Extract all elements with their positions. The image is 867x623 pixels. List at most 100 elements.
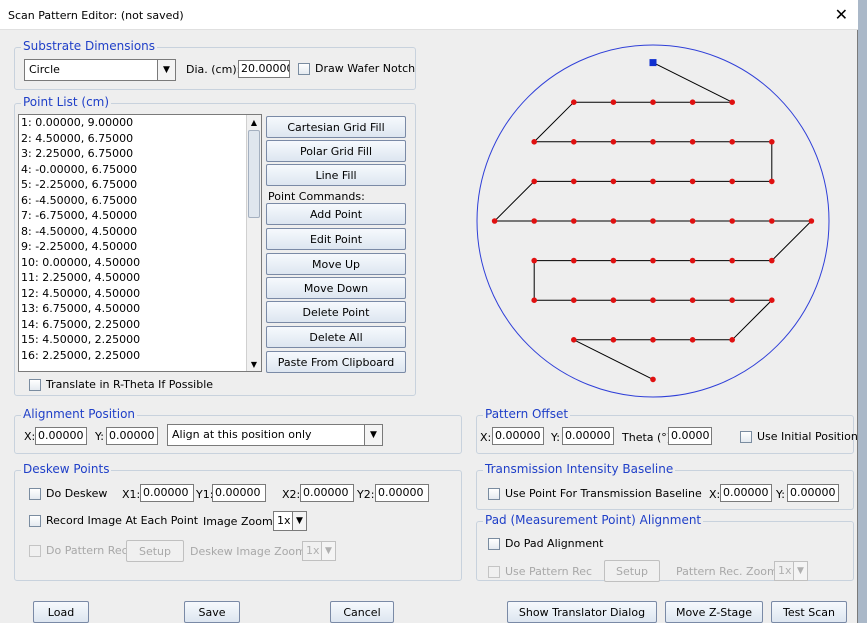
scan-point[interactable] xyxy=(571,297,577,304)
scan-point[interactable] xyxy=(650,257,656,264)
scan-point[interactable] xyxy=(610,337,617,343)
cartesian-grid-fill-button[interactable]: Cartesian Grid Fill xyxy=(266,116,406,138)
do-deskew-checkbox[interactable]: Do Deskew xyxy=(29,487,107,500)
scan-point[interactable] xyxy=(610,178,617,185)
polar-grid-fill-button[interactable]: Polar Grid Fill xyxy=(266,140,406,162)
scan-point[interactable] xyxy=(571,99,577,105)
scan-point[interactable] xyxy=(571,139,577,145)
scan-point[interactable] xyxy=(650,99,656,105)
substrate-shape-select[interactable]: Circle ▼ xyxy=(24,59,176,81)
save-button[interactable]: Save xyxy=(184,601,240,623)
scan-point[interactable] xyxy=(689,178,696,185)
scroll-thumb[interactable] xyxy=(248,130,260,218)
scan-point[interactable] xyxy=(531,139,537,145)
scan-point[interactable] xyxy=(729,257,735,264)
scan-point[interactable] xyxy=(689,257,696,264)
scan-point[interactable] xyxy=(531,178,537,185)
scan-point[interactable] xyxy=(729,178,735,185)
record-image-checkbox[interactable]: Record Image At Each Point xyxy=(29,514,198,527)
delete-point-button[interactable]: Delete Point xyxy=(266,301,406,323)
point-list-item[interactable]: 7: -6.75000, 4.50000 xyxy=(19,208,261,224)
point-list[interactable]: 1: 0.00000, 9.00000 2: 4.50000, 6.75000 3:… xyxy=(18,114,262,372)
deskew-y1-field[interactable]: 0.00000 xyxy=(212,484,266,502)
alignment-x-field[interactable]: 0.00000 xyxy=(35,427,87,445)
scan-point[interactable] xyxy=(689,99,696,105)
deskew-image-zoom-select[interactable]: 1x ▼ xyxy=(302,541,336,561)
scan-point[interactable] xyxy=(689,218,696,224)
move-down-button[interactable]: Move Down xyxy=(266,277,406,299)
alignment-y-field[interactable]: 0.00000 xyxy=(106,427,158,445)
cancel-button[interactable]: Cancel xyxy=(330,601,394,623)
do-pattern-rec-checkbox[interactable]: Do Pattern Rec xyxy=(29,544,128,557)
load-button[interactable]: Load xyxy=(33,601,89,623)
scan-point[interactable] xyxy=(689,297,696,304)
scan-point[interactable] xyxy=(650,218,656,224)
scan-point[interactable] xyxy=(650,139,656,145)
scan-point[interactable] xyxy=(769,297,775,304)
scan-point[interactable] xyxy=(650,376,656,383)
scan-point[interactable] xyxy=(650,337,656,343)
scan-point[interactable] xyxy=(571,218,577,224)
scan-point[interactable] xyxy=(729,99,735,105)
delete-all-button[interactable]: Delete All xyxy=(266,326,406,348)
point-list-scrollbar[interactable]: ▲ ▼ xyxy=(246,115,261,371)
line-fill-button[interactable]: Line Fill xyxy=(266,164,406,186)
scroll-up-icon[interactable]: ▲ xyxy=(247,115,261,129)
scan-point[interactable] xyxy=(610,139,617,145)
deskew-x1-field[interactable]: 0.00000 xyxy=(140,484,194,502)
point-list-item[interactable]: 4: -0.00000, 6.75000 xyxy=(19,162,261,178)
scan-point[interactable] xyxy=(571,337,577,343)
point-list-item[interactable]: 8: -4.50000, 4.50000 xyxy=(19,224,261,240)
scan-point[interactable] xyxy=(769,257,775,264)
pad-setup-button[interactable]: Setup xyxy=(604,560,660,582)
image-zoom-select[interactable]: 1x ▼ xyxy=(273,511,307,531)
point-list-item[interactable]: 14: 6.75000, 2.25000 xyxy=(19,317,261,333)
offset-theta-field[interactable]: 0.0000 xyxy=(668,427,712,445)
point-list-item[interactable]: 13: 6.75000, 4.50000 xyxy=(19,301,261,317)
scan-point[interactable] xyxy=(729,337,735,343)
transmission-x-field[interactable]: 0.00000 xyxy=(720,484,772,502)
point-list-item[interactable]: 12: 4.50000, 4.50000 xyxy=(19,286,261,302)
test-scan-button[interactable]: Test Scan xyxy=(771,601,847,623)
translate-r-theta-checkbox[interactable]: Translate in R-Theta If Possible xyxy=(29,378,213,391)
point-list-item[interactable]: 9: -2.25000, 4.50000 xyxy=(19,239,261,255)
scan-point[interactable] xyxy=(531,297,537,304)
scroll-down-icon[interactable]: ▼ xyxy=(247,357,261,371)
scan-point[interactable] xyxy=(729,218,735,224)
move-z-stage-button[interactable]: Move Z-Stage xyxy=(665,601,763,623)
scan-point[interactable] xyxy=(531,257,537,264)
point-list-item[interactable]: 1: 0.00000, 9.00000 xyxy=(19,115,261,131)
deskew-setup-button[interactable]: Setup xyxy=(126,540,184,562)
point-list-item[interactable]: 5: -2.25000, 6.75000 xyxy=(19,177,261,193)
pad-use-pattern-rec-checkbox[interactable]: Use Pattern Rec xyxy=(488,565,592,578)
deskew-y2-field[interactable]: 0.00000 xyxy=(375,484,429,502)
point-list-item[interactable]: 6: -4.50000, 6.75000 xyxy=(19,193,261,209)
use-point-transmission-checkbox[interactable]: Use Point For Transmission Baseline xyxy=(488,487,702,500)
transmission-y-field[interactable]: 0.00000 xyxy=(787,484,839,502)
scan-start-point[interactable] xyxy=(649,59,657,67)
point-list-item[interactable]: 2: 4.50000, 6.75000 xyxy=(19,131,261,147)
scan-point[interactable] xyxy=(689,139,696,145)
point-list-item[interactable]: 10: 0.00000, 4.50000 xyxy=(19,255,261,271)
diameter-field[interactable]: 20.00000 xyxy=(238,60,290,78)
offset-x-field[interactable]: 0.00000 xyxy=(492,427,544,445)
point-list-item[interactable]: 3: 2.25000, 6.75000 xyxy=(19,146,261,162)
draw-wafer-notch-checkbox[interactable]: Draw Wafer Notch xyxy=(298,62,415,75)
scan-point[interactable] xyxy=(610,218,617,224)
pad-zoom-select[interactable]: 1x ▼ xyxy=(774,561,808,581)
scan-point[interactable] xyxy=(650,178,656,185)
offset-y-field[interactable]: 0.00000 xyxy=(562,427,614,445)
scan-point[interactable] xyxy=(610,297,617,304)
scan-point[interactable] xyxy=(769,178,775,185)
scan-pattern-preview[interactable] xyxy=(470,36,840,406)
scan-point[interactable] xyxy=(491,218,498,224)
point-list-item[interactable]: 15: 4.50000, 2.25000 xyxy=(19,332,261,348)
scan-point[interactable] xyxy=(610,99,617,105)
scan-point[interactable] xyxy=(689,337,696,343)
point-list-item[interactable]: 16: 2.25000, 2.25000 xyxy=(19,348,261,364)
scan-point[interactable] xyxy=(571,257,577,264)
scan-point[interactable] xyxy=(650,297,656,304)
move-up-button[interactable]: Move Up xyxy=(266,253,406,275)
scan-point[interactable] xyxy=(729,297,735,304)
scan-point[interactable] xyxy=(808,218,815,224)
